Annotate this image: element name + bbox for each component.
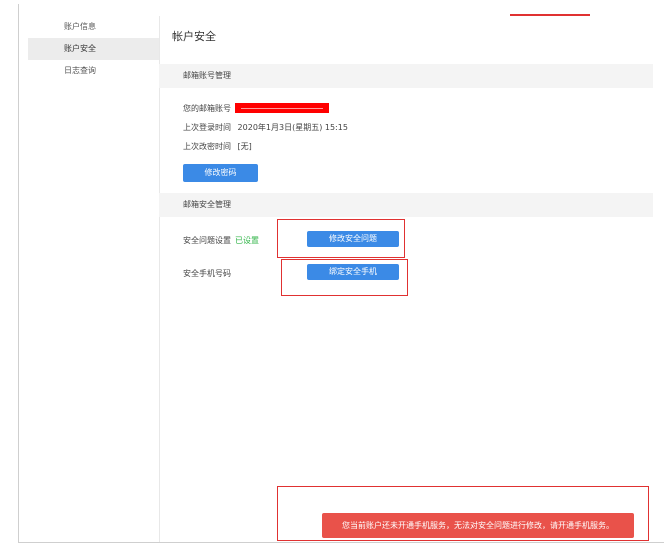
error-toast: 您当前账户还未开通手机服务，无法对安全问题进行修改，请开通手机服务。 (322, 513, 634, 538)
email-label: 您的邮箱账号 (183, 104, 231, 113)
last-password-change-value: [无] (237, 142, 252, 151)
annotation-box-modify-question (277, 219, 405, 258)
security-phone-label: 安全手机号码 (183, 269, 231, 278)
security-question-status: 已设置 (235, 236, 259, 245)
security-section-header: 邮箱安全管理 (159, 193, 653, 217)
last-password-change-label: 上次改密时间 (183, 142, 231, 151)
annotation-box-bind-phone (281, 259, 408, 296)
last-login-row: 上次登录时间 2020年1月3日(星期五) 15:15 (183, 122, 348, 133)
email-section-header: 邮箱账号管理 (159, 64, 653, 88)
change-password-button[interactable]: 修改密码 (183, 164, 258, 182)
annotation-red-line (510, 14, 590, 16)
page-title: 帐户安全 (172, 30, 216, 43)
sidebar: 账户信息 账户安全 日志查询 (28, 16, 160, 542)
sidebar-item-account-info[interactable]: 账户信息 (28, 16, 159, 38)
last-password-change-row: 上次改密时间 [无] (183, 141, 252, 152)
security-question-row: 安全问题设置 已设置 (183, 235, 259, 246)
masked-email-value (235, 102, 329, 113)
security-phone-row: 安全手机号码 (183, 268, 231, 279)
last-login-value: 2020年1月3日(星期五) 15:15 (237, 123, 348, 132)
last-login-label: 上次登录时间 (183, 123, 231, 132)
security-question-label: 安全问题设置 (183, 236, 231, 245)
sidebar-item-log-query[interactable]: 日志查询 (28, 60, 159, 82)
sidebar-item-account-security[interactable]: 账户安全 (28, 38, 159, 60)
email-row: 您的邮箱账号 (183, 102, 329, 114)
